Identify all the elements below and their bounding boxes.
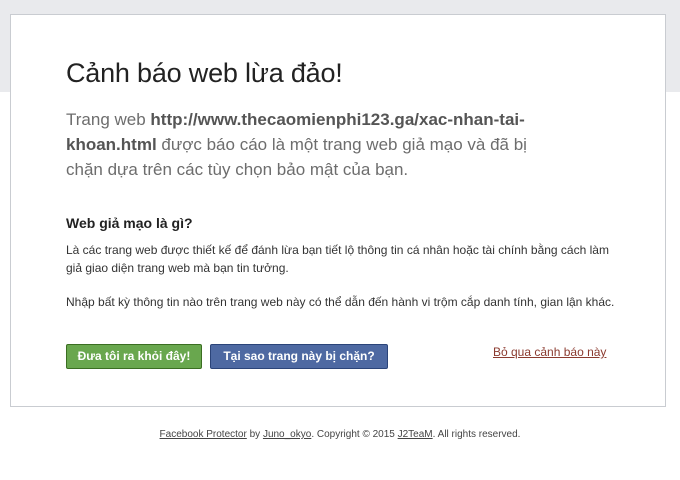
footer-author-link[interactable]: Juno_okyo <box>263 429 311 440</box>
footer-copyright-text: . Copyright © 2015 <box>311 429 398 440</box>
footer-rights-text: . All rights reserved. <box>432 429 521 440</box>
info-paragraph-2: Nhập bất kỳ thông tin nào trên trang web… <box>66 295 615 309</box>
leave-button[interactable]: Đưa tôi ra khỏi đây! <box>66 344 202 369</box>
lead-prefix: Trang web <box>66 110 151 129</box>
info-heading: Web giả mạo là gì? <box>66 215 193 231</box>
footer: Facebook Protector by Juno_okyo. Copyrig… <box>0 429 680 440</box>
footer-team-link[interactable]: J2TeaM <box>398 429 433 440</box>
ignore-warning-link[interactable]: Bỏ qua cảnh báo này <box>493 345 606 359</box>
warning-lead: Trang web http://www.thecaomienphi123.ga… <box>66 107 566 182</box>
warning-title: Cảnh báo web lừa đảo! <box>66 58 343 88</box>
footer-product-link[interactable]: Facebook Protector <box>160 429 247 440</box>
info-paragraph-1: Là các trang web được thiết kế để đánh l… <box>66 243 609 275</box>
why-blocked-button[interactable]: Tại sao trang này bị chặn? <box>210 344 388 369</box>
warning-card: Cảnh báo web lừa đảo! Trang web http://w… <box>10 14 666 407</box>
footer-by-text: by <box>246 429 263 440</box>
